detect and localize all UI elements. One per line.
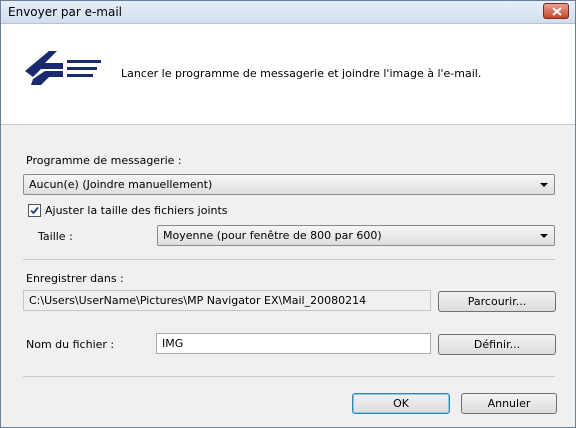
header-divider — [1, 124, 575, 125]
chevron-down-icon — [540, 234, 548, 238]
size-select[interactable]: Moyenne (pour fenêtre de 800 par 600) — [157, 225, 555, 246]
resize-attachments-checkbox[interactable] — [28, 204, 41, 217]
size-label: Taille : — [38, 230, 73, 243]
title-bar[interactable]: Envoyer par e-mail — [1, 1, 575, 24]
mail-program-label: Programme de messagerie : — [26, 154, 182, 167]
mail-program-select[interactable]: Aucun(e) (Joindre manuellement) — [23, 174, 555, 195]
file-name-label: Nom du fichier : — [26, 338, 115, 351]
window-title: Envoyer par e-mail — [8, 5, 123, 19]
size-value: Moyenne (pour fenêtre de 800 par 600) — [163, 229, 382, 242]
ok-button[interactable]: OK — [352, 393, 450, 414]
save-in-label: Enregistrer dans : — [26, 272, 124, 285]
send-email-dialog: Envoyer par e-mail Lancer le programme d… — [0, 0, 576, 428]
define-button[interactable]: Définir... — [438, 334, 556, 355]
check-icon — [30, 206, 39, 215]
browse-button[interactable]: Parcourir... — [438, 291, 556, 312]
footer-divider — [23, 376, 555, 377]
close-icon — [552, 7, 562, 16]
file-name-input[interactable]: IMG — [156, 333, 431, 354]
header-area: Lancer le programme de messagerie et joi… — [1, 24, 575, 124]
close-button[interactable] — [543, 3, 569, 19]
header-description: Lancer le programme de messagerie et joi… — [121, 67, 482, 80]
chevron-down-icon — [540, 183, 548, 187]
mail-plane-logo-icon — [25, 51, 101, 85]
save-path-field: C:\Users\UserName\Pictures\MP Navigator … — [23, 290, 431, 311]
resize-attachments-label[interactable]: Ajuster la taille des fichiers joints — [45, 204, 228, 217]
mail-program-value: Aucun(e) (Joindre manuellement) — [29, 178, 213, 191]
section-divider — [23, 259, 555, 260]
cancel-button[interactable]: Annuler — [461, 393, 557, 414]
